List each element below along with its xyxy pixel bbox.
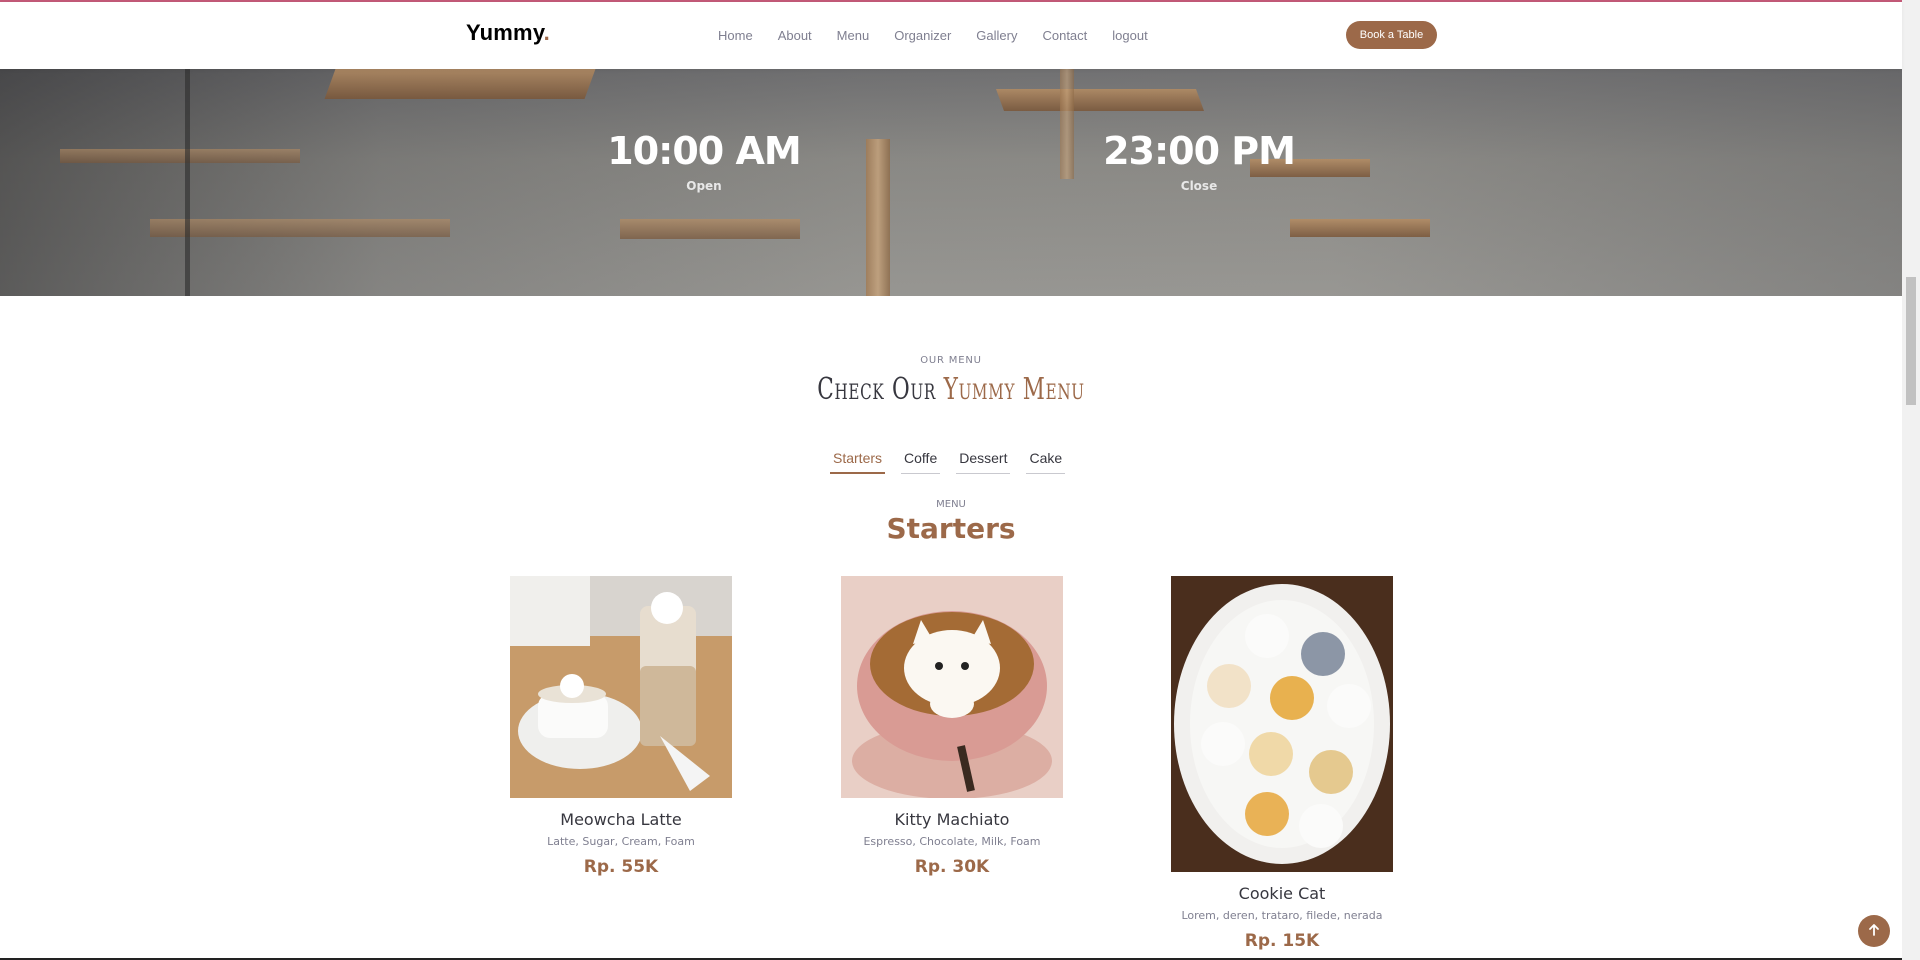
menu-item-image[interactable]: [510, 576, 732, 798]
hours-hero: 10:00 AM Open 23:00 PM Close: [0, 69, 1902, 296]
nav-gallery[interactable]: Gallery: [976, 28, 1017, 43]
decor-shelf: [324, 69, 596, 99]
nav-organizer[interactable]: Organizer: [894, 28, 951, 43]
book-table-button[interactable]: Book a Table: [1346, 21, 1437, 49]
menu-item-image[interactable]: [841, 576, 1063, 798]
nav-logout[interactable]: logout: [1112, 28, 1147, 43]
menu-item-name: Cookie Cat: [1238, 884, 1326, 903]
page-scrollbar-track[interactable]: [1902, 0, 1920, 960]
decor-post: [185, 69, 190, 296]
menu-panel-heading: Starters: [886, 512, 1016, 545]
main-nav: Home About Menu Organizer Gallery Contac…: [718, 2, 1173, 69]
close-label: Close: [1180, 179, 1218, 193]
close-time: 23:00 PM: [1103, 129, 1296, 173]
menu-item-name: Kitty Machiato: [894, 810, 1010, 829]
section-subtitle: OUR MENU: [920, 355, 982, 366]
scroll-top-button[interactable]: [1858, 915, 1890, 947]
section-title: Check Our Yummy Menu: [266, 372, 1635, 407]
decor-shelf: [620, 219, 800, 239]
menu-tabs: Starters Coffe Dessert Cake: [830, 450, 1081, 474]
tab-dessert[interactable]: Dessert: [956, 450, 1011, 474]
logo-text: Yummy: [466, 20, 544, 45]
menu-item: Cookie Cat Lorem, deren, trataro, filede…: [1171, 576, 1393, 951]
decor-shelf: [1290, 219, 1430, 237]
menu-item-ingredients: Lorem, deren, trataro, filede, nerada: [1181, 909, 1383, 922]
site-header: Yummy. Home About Menu Organizer Gallery…: [0, 2, 1902, 69]
menu-item: Kitty Machiato Espresso, Chocolate, Milk…: [841, 576, 1063, 877]
decor-post: [1060, 69, 1074, 179]
menu-item-ingredients: Latte, Sugar, Cream, Foam: [547, 835, 695, 848]
logo-dot: .: [543, 20, 550, 45]
nav-contact[interactable]: Contact: [1042, 28, 1087, 43]
close-hours: 23:00 PM Close: [1079, 129, 1319, 193]
nav-menu[interactable]: Menu: [837, 28, 870, 43]
arrow-up-icon: [1867, 922, 1881, 941]
tab-cake[interactable]: Cake: [1026, 450, 1066, 474]
open-hours: 10:00 AM Open: [584, 129, 824, 193]
menu-item-price: Rp. 15K: [1244, 931, 1320, 951]
open-label: Open: [686, 179, 722, 193]
decor-shelf: [150, 219, 450, 237]
nav-about[interactable]: About: [778, 28, 812, 43]
open-time: 10:00 AM: [607, 129, 801, 173]
tab-starters[interactable]: Starters: [830, 450, 886, 474]
title-part1: Check Our: [817, 372, 937, 407]
menu-item-ingredients: Espresso, Chocolate, Milk, Foam: [863, 835, 1041, 848]
page-scrollbar-thumb[interactable]: [1906, 277, 1916, 405]
site-logo[interactable]: Yummy.: [466, 20, 550, 46]
nav-home[interactable]: Home: [718, 28, 753, 43]
menu-item-price: Rp. 30K: [914, 857, 990, 877]
menu-item-name: Meowcha Latte: [560, 810, 682, 829]
menu-item: Meowcha Latte Latte, Sugar, Cream, Foam …: [510, 576, 732, 877]
decor-shelf: [995, 89, 1205, 111]
title-part2: Yummy Menu: [943, 372, 1085, 407]
tab-coffe[interactable]: Coffe: [901, 450, 941, 474]
decor-post: [866, 139, 890, 296]
menu-item-image[interactable]: [1171, 576, 1393, 872]
menu-item-price: Rp. 55K: [583, 857, 659, 877]
hero-background-photo: [0, 69, 1902, 296]
decor-shelf: [60, 149, 300, 163]
menu-panel-label: MENU: [936, 499, 966, 510]
